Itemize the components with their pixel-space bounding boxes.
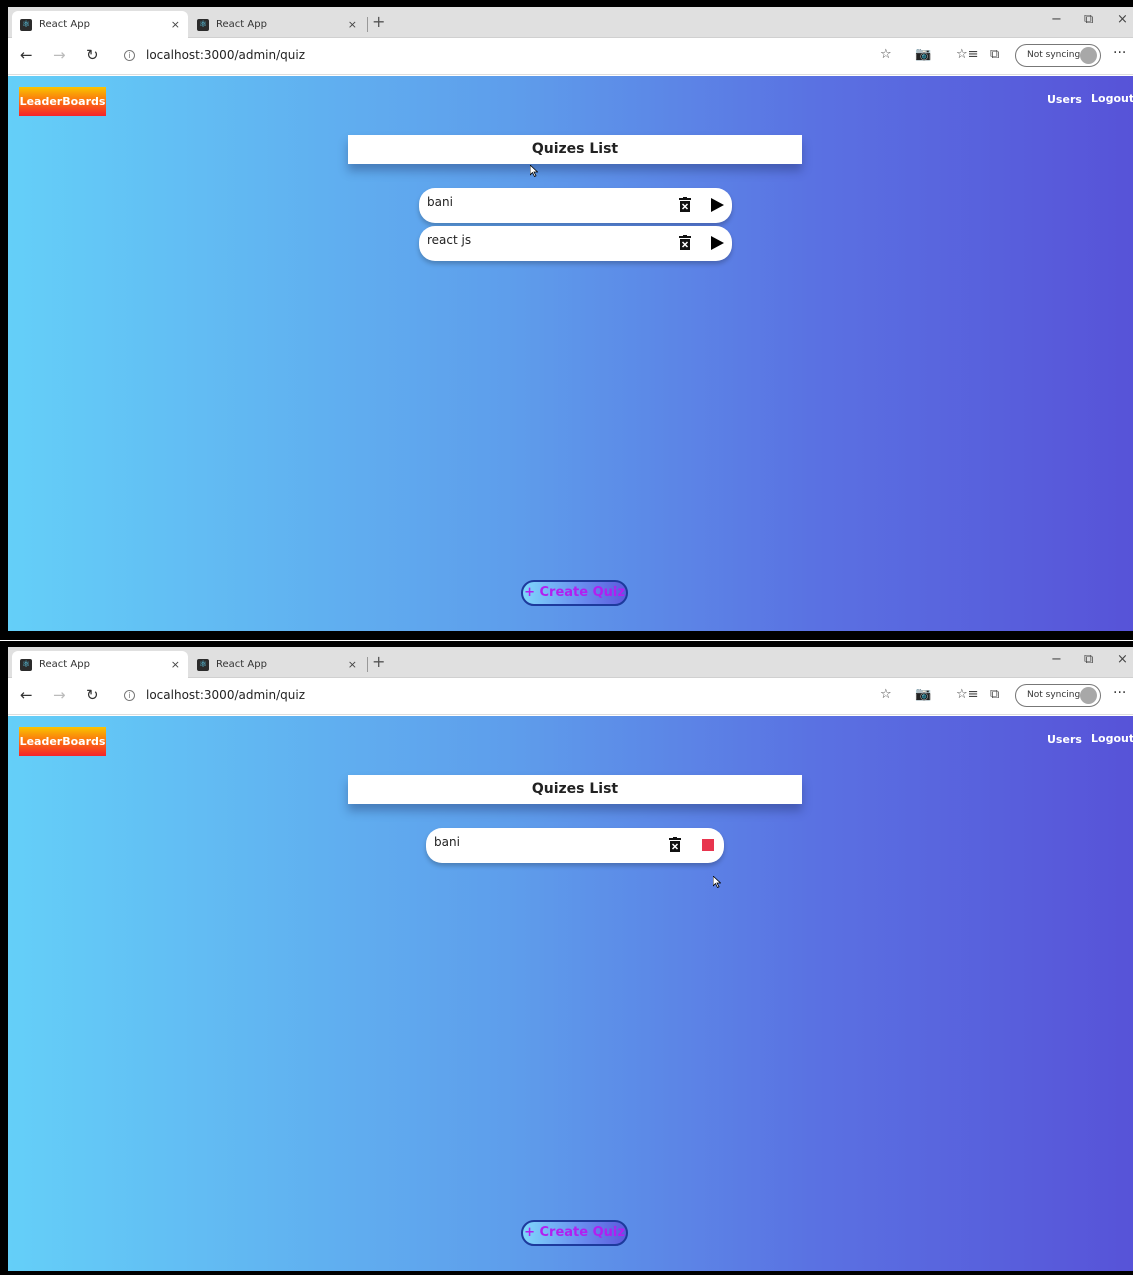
back-icon[interactable]: ← [20, 46, 33, 64]
quiz-name: bani [434, 835, 460, 849]
tab-close-icon[interactable]: × [348, 18, 357, 31]
leaderboards-logo[interactable]: LeaderBoards [19, 87, 106, 116]
minimize-icon[interactable]: − [1051, 12, 1062, 27]
delete-icon[interactable] [679, 197, 691, 212]
tab-react-app-2[interactable]: ⚛ React App × [189, 11, 365, 38]
tab-label: React App [216, 659, 267, 670]
collections-icon[interactable]: ⧉ [990, 687, 999, 702]
refresh-icon[interactable]: ↻ [86, 46, 99, 64]
new-tab-icon[interactable]: + [372, 652, 385, 671]
play-icon[interactable] [711, 198, 724, 212]
nav-link-users[interactable]: Users [1047, 733, 1082, 746]
collections-icon[interactable]: ⧉ [990, 47, 999, 62]
profile-avatar-icon [1080, 687, 1097, 704]
stop-icon[interactable] [702, 839, 714, 851]
tab-close-icon[interactable]: × [171, 18, 180, 31]
site-info-icon[interactable]: i [124, 50, 135, 61]
tab-close-icon[interactable]: × [348, 658, 357, 671]
more-menu-icon[interactable]: ··· [1113, 685, 1126, 701]
profile-avatar-icon [1080, 47, 1097, 64]
close-window-icon[interactable]: × [1117, 652, 1128, 667]
new-tab-icon[interactable]: + [372, 12, 385, 31]
delete-icon[interactable] [679, 235, 691, 250]
delete-icon[interactable] [669, 837, 681, 852]
react-favicon-icon: ⚛ [20, 658, 32, 671]
browser-window: ⚛ React App × ⚛ React App × + − ⧉ × ← → … [8, 7, 1133, 631]
camera-icon[interactable]: 📷 [915, 687, 931, 702]
quiz-name: react js [427, 233, 472, 247]
url-field[interactable]: localhost:3000/admin/quiz [146, 48, 305, 62]
quiz-item: react js [419, 226, 732, 261]
tab-bar: ⚛ React App × ⚛ React App × + − ⧉ × [8, 7, 1133, 38]
favorite-star-icon[interactable]: ☆ [880, 687, 892, 702]
favorite-star-icon[interactable]: ☆ [880, 47, 892, 62]
site-info-icon[interactable]: i [124, 690, 135, 701]
react-favicon-icon: ⚛ [20, 18, 32, 31]
tab-react-app-1[interactable]: ⚛ React App × [12, 11, 188, 38]
quiz-item: bani [419, 188, 732, 223]
plus-icon: + [524, 1225, 535, 1240]
quiz-item: bani [426, 828, 724, 863]
camera-icon[interactable]: 📷 [915, 47, 931, 62]
minimize-icon[interactable]: − [1051, 652, 1062, 667]
react-favicon-icon: ⚛ [197, 658, 209, 671]
create-quiz-label: Create Quiz [539, 1225, 625, 1240]
leaderboards-logo[interactable]: LeaderBoards [19, 727, 106, 756]
nav-link-users[interactable]: Users [1047, 93, 1082, 106]
more-menu-icon[interactable]: ··· [1113, 45, 1126, 61]
create-quiz-button[interactable]: + Create Quiz [521, 580, 628, 606]
quiz-name: bani [427, 195, 453, 209]
tab-bar: ⚛ React App × ⚛ React App × + − ⧉ × [8, 647, 1133, 678]
mouse-cursor-icon [713, 876, 721, 888]
sync-label: Not syncing [1027, 50, 1081, 60]
address-bar: ← → ↻ i localhost:3000/admin/quiz ☆ 📷 ☆≡… [8, 678, 1133, 715]
screenshot-top: ⚛ React App × ⚛ React App × + − ⧉ × ← → … [0, 0, 1133, 640]
sync-label: Not syncing [1027, 690, 1081, 700]
mouse-cursor-icon [530, 165, 538, 177]
tab-react-app-1[interactable]: ⚛ React App × [12, 651, 188, 678]
favorites-list-icon[interactable]: ☆≡ [956, 47, 979, 62]
restore-icon[interactable]: ⧉ [1084, 652, 1093, 667]
screenshot-bottom: ⚛ React App × ⚛ React App × + − ⧉ × ← → … [0, 641, 1133, 1275]
react-favicon-icon: ⚛ [197, 18, 209, 31]
tab-label: React App [39, 19, 90, 30]
address-bar: ← → ↻ i localhost:3000/admin/quiz ☆ 📷 ☆≡… [8, 38, 1133, 75]
play-icon[interactable] [711, 236, 724, 250]
plus-icon: + [524, 585, 535, 600]
back-icon[interactable]: ← [20, 686, 33, 704]
forward-icon[interactable]: → [53, 46, 66, 64]
tab-separator [367, 657, 368, 672]
browser-window: ⚛ React App × ⚛ React App × + − ⧉ × ← → … [8, 647, 1133, 1271]
close-window-icon[interactable]: × [1117, 12, 1128, 27]
tab-label: React App [216, 19, 267, 30]
url-field[interactable]: localhost:3000/admin/quiz [146, 688, 305, 702]
page-title: Quizes List [348, 135, 802, 164]
tab-separator [367, 17, 368, 32]
create-quiz-label: Create Quiz [539, 585, 625, 600]
refresh-icon[interactable]: ↻ [86, 686, 99, 704]
tab-close-icon[interactable]: × [171, 658, 180, 671]
tab-label: React App [39, 659, 90, 670]
tab-react-app-2[interactable]: ⚛ React App × [189, 651, 365, 678]
page-title: Quizes List [348, 775, 802, 804]
sync-button[interactable]: Not syncing [1015, 684, 1101, 707]
nav-link-logout[interactable]: Logout [1091, 732, 1133, 745]
restore-icon[interactable]: ⧉ [1084, 12, 1093, 27]
forward-icon[interactable]: → [53, 686, 66, 704]
create-quiz-button[interactable]: + Create Quiz [521, 1220, 628, 1246]
nav-link-logout[interactable]: Logout [1091, 92, 1133, 105]
app-page: LeaderBoards Users Logout Quizes List ba… [8, 76, 1133, 631]
app-page: LeaderBoards Users Logout Quizes List ba… [8, 716, 1133, 1271]
favorites-list-icon[interactable]: ☆≡ [956, 687, 979, 702]
sync-button[interactable]: Not syncing [1015, 44, 1101, 67]
